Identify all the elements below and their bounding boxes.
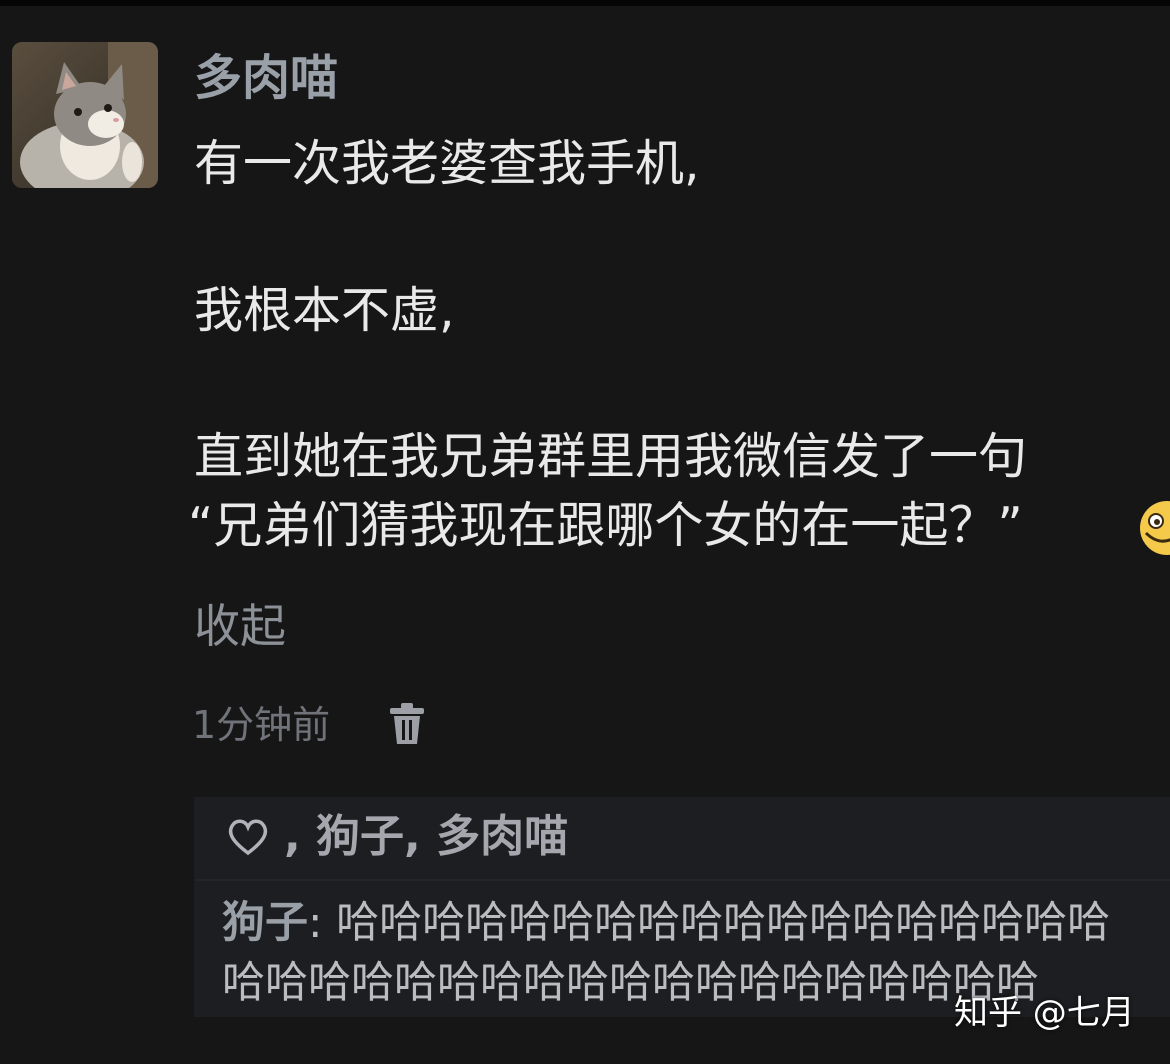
zhihu-watermark: 知乎 @七月 (954, 993, 1135, 1033)
reply-text-line-1: 哈哈哈哈哈哈哈哈哈哈哈哈哈哈哈哈哈哈 (336, 898, 1111, 948)
cat-avatar-image (12, 42, 158, 188)
reply-item[interactable]: 狗子: 哈哈哈哈哈哈哈哈哈哈哈哈哈哈哈哈哈哈 (222, 895, 1110, 951)
comment-line-2: 我根本不虚, (194, 282, 455, 339)
reply-text-line-2: 哈哈哈哈哈哈哈哈哈哈哈哈哈哈哈哈哈哈哈 (222, 958, 1039, 1008)
comment-author-name[interactable]: 多肉喵 (194, 48, 338, 108)
trash-icon[interactable] (388, 702, 426, 746)
comment-line-3: 直到她在我兄弟群里用我微信发了一句 (194, 428, 1028, 485)
liked-by-list[interactable]: , 狗子, 多肉喵 (284, 807, 568, 867)
cat-avatar[interactable] (12, 42, 158, 188)
reply-separator: : (308, 898, 337, 948)
comment-timestamp: 1分钟前 (192, 703, 331, 747)
collapse-link[interactable]: 收起 (194, 597, 286, 655)
reply-box: , 狗子, 多肉喵 狗子: 哈哈哈哈哈哈哈哈哈哈哈哈哈哈哈哈哈哈 哈哈哈哈哈哈哈… (194, 797, 1170, 1017)
reply-author-name[interactable]: 狗子 (222, 898, 308, 948)
comment-line-4: “兄弟们猜我现在跟哪个女的在一起？” (188, 497, 1023, 554)
reply-divider (194, 879, 1170, 881)
heart-icon[interactable] (226, 817, 270, 857)
comment-line-1: 有一次我老婆查我手机, (194, 135, 700, 192)
grinning-emoji-icon (1140, 501, 1170, 555)
top-border (0, 0, 1170, 6)
